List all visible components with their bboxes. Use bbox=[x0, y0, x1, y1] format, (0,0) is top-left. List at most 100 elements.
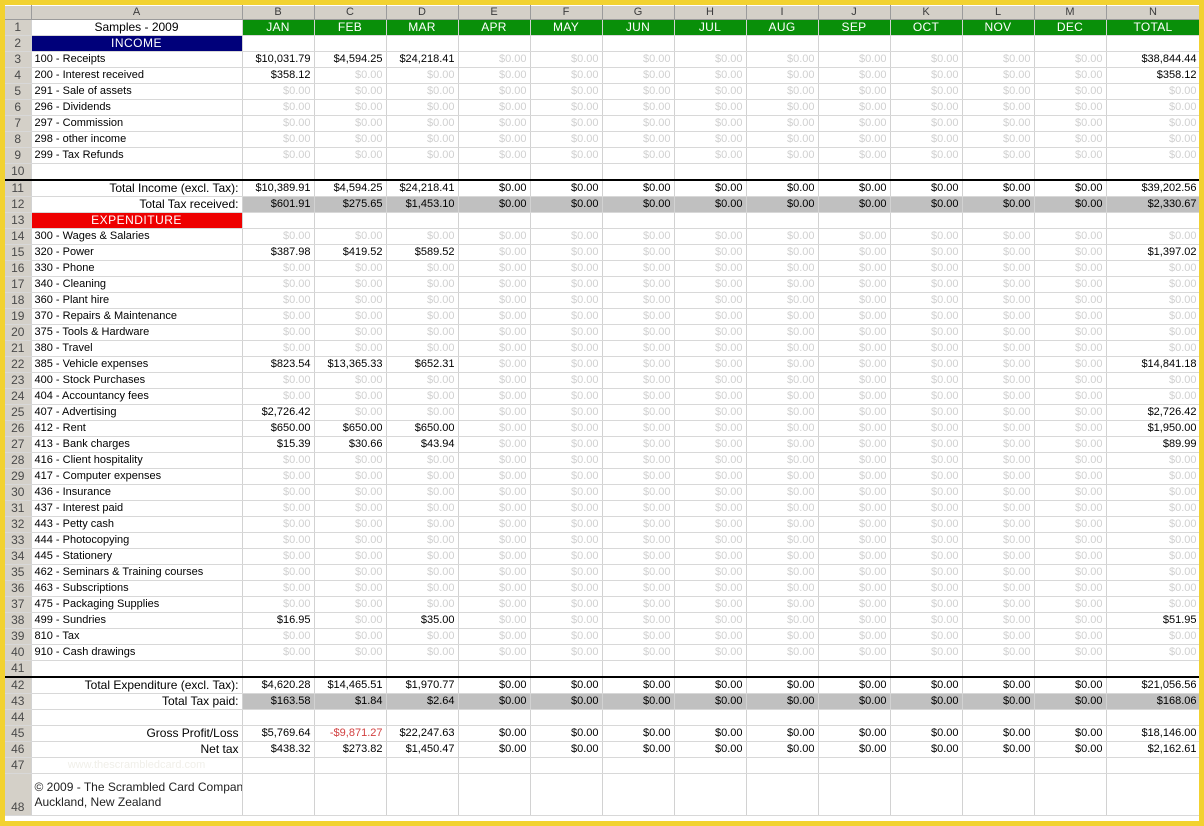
expenditure-value[interactable]: $0.00 bbox=[674, 501, 746, 517]
expenditure-value[interactable]: $0.00 bbox=[458, 341, 530, 357]
total-income-value[interactable]: $0.00 bbox=[962, 180, 1034, 197]
expenditure-value[interactable]: $0.00 bbox=[602, 341, 674, 357]
income-value[interactable]: $0.00 bbox=[1200, 148, 1204, 164]
row-header-23[interactable]: 23 bbox=[5, 373, 31, 389]
row-header-3[interactable]: 3 bbox=[5, 52, 31, 68]
total-income-value[interactable]: $24,218.41 bbox=[386, 180, 458, 197]
expenditure-value[interactable]: $0.00 bbox=[890, 405, 962, 421]
net-tax-value[interactable]: $0.00 bbox=[818, 742, 890, 758]
expenditure-value[interactable]: $0.00 bbox=[1106, 325, 1200, 341]
total-income-value[interactable]: $0.00 bbox=[602, 180, 674, 197]
expenditure-value[interactable]: $0.00 bbox=[746, 309, 818, 325]
expenditure-value[interactable]: $823.54 bbox=[242, 357, 314, 373]
empty-cell[interactable] bbox=[458, 213, 530, 229]
expenditure-value[interactable]: $0.00 bbox=[746, 325, 818, 341]
expenditure-value[interactable]: $35.00 bbox=[386, 613, 458, 629]
row-header-40[interactable]: 40 bbox=[5, 645, 31, 661]
empty-cell[interactable] bbox=[242, 758, 314, 774]
row-header-46[interactable]: 46 bbox=[5, 742, 31, 758]
expenditure-value[interactable]: $0.00 bbox=[602, 533, 674, 549]
empty-cell[interactable] bbox=[674, 710, 746, 726]
empty-cell[interactable] bbox=[386, 758, 458, 774]
income-value[interactable]: $0.00 bbox=[1034, 68, 1106, 84]
row-label[interactable]: 100 - Receipts bbox=[31, 52, 242, 68]
expenditure-value[interactable]: $0.00 bbox=[962, 549, 1034, 565]
month-header-sep[interactable]: SEP bbox=[818, 20, 890, 36]
expenditure-value[interactable]: $0.00 bbox=[1106, 373, 1200, 389]
expenditure-value[interactable]: $0.00 bbox=[890, 581, 962, 597]
row-label[interactable]: 417 - Computer expenses bbox=[31, 469, 242, 485]
empty-cell[interactable] bbox=[31, 661, 242, 678]
total-expenditure-value[interactable]: $0.00 bbox=[1034, 677, 1106, 694]
expenditure-value[interactable]: $0.00 bbox=[674, 245, 746, 261]
row-header-39[interactable]: 39 bbox=[5, 629, 31, 645]
total-tax-received-label[interactable]: Total Tax received: bbox=[31, 197, 242, 213]
expenditure-value[interactable]: $0.00 bbox=[314, 229, 386, 245]
expenditure-value[interactable]: $0.00 bbox=[962, 517, 1034, 533]
row-label[interactable]: 330 - Phone bbox=[31, 261, 242, 277]
select-all-corner[interactable] bbox=[5, 6, 31, 20]
expenditure-value[interactable]: $0.00 bbox=[602, 357, 674, 373]
expenditure-value[interactable]: $0.00 bbox=[386, 293, 458, 309]
income-value[interactable]: $0.00 bbox=[530, 132, 602, 148]
empty-cell[interactable] bbox=[818, 213, 890, 229]
expenditure-value[interactable]: $0.00 bbox=[602, 405, 674, 421]
empty-cell[interactable] bbox=[242, 710, 314, 726]
expenditure-value[interactable]: $0.00 bbox=[242, 261, 314, 277]
sheet-title[interactable]: Samples - 2009 bbox=[31, 20, 242, 36]
income-value[interactable]: $0.00 bbox=[1106, 84, 1200, 100]
income-value[interactable]: $0.00 bbox=[602, 52, 674, 68]
row-label[interactable]: 413 - Bank charges bbox=[31, 437, 242, 453]
expenditure-value[interactable]: $0.00 bbox=[458, 533, 530, 549]
total-tax-received-value[interactable]: $0.00 bbox=[890, 197, 962, 213]
expenditure-value[interactable]: $0.00 bbox=[1034, 421, 1106, 437]
total-tax-paid-value[interactable]: $0.00 bbox=[746, 694, 818, 710]
total-tax-paid-value[interactable]: $0.00 bbox=[890, 694, 962, 710]
empty-cell[interactable] bbox=[386, 774, 458, 816]
expenditure-value[interactable]: $0.00 bbox=[890, 245, 962, 261]
expenditure-value[interactable]: $0.00 bbox=[890, 421, 962, 437]
empty-cell[interactable] bbox=[242, 661, 314, 678]
expenditure-value[interactable]: $0.00 bbox=[818, 309, 890, 325]
empty-cell[interactable] bbox=[530, 774, 602, 816]
empty-cell[interactable] bbox=[314, 213, 386, 229]
empty-cell[interactable] bbox=[890, 758, 962, 774]
expenditure-value[interactable]: $0.00 bbox=[314, 293, 386, 309]
expenditure-value[interactable]: $0.00 bbox=[818, 565, 890, 581]
empty-cell[interactable] bbox=[1034, 36, 1106, 52]
expenditure-value[interactable]: $0.00 bbox=[530, 485, 602, 501]
expenditure-value[interactable]: $0.00 bbox=[386, 405, 458, 421]
empty-cell[interactable] bbox=[962, 774, 1034, 816]
total-tax-paid-value[interactable]: $0.00 bbox=[818, 694, 890, 710]
income-value[interactable]: $0.00 bbox=[314, 84, 386, 100]
expenditure-value[interactable]: $0.00 bbox=[314, 309, 386, 325]
expenditure-value[interactable]: $0.00 bbox=[746, 277, 818, 293]
row-header-2[interactable]: 2 bbox=[5, 36, 31, 52]
total-tax-paid-value[interactable]: $1.84 bbox=[314, 694, 386, 710]
expenditure-value[interactable]: $1,397.02 bbox=[1106, 245, 1200, 261]
income-value[interactable]: $0.00 bbox=[386, 84, 458, 100]
income-value[interactable]: $0.00 bbox=[818, 116, 890, 132]
expenditure-value[interactable]: $0.00 bbox=[458, 469, 530, 485]
expenditure-value[interactable]: $0.00 bbox=[1200, 501, 1204, 517]
expenditure-value[interactable]: $0.00 bbox=[530, 357, 602, 373]
gross-profit-value[interactable]: $0.00 bbox=[818, 726, 890, 742]
row-label[interactable]: 375 - Tools & Hardware bbox=[31, 325, 242, 341]
expenditure-value[interactable]: $0.00 bbox=[1106, 485, 1200, 501]
row-label[interactable]: 297 - Commission bbox=[31, 116, 242, 132]
total-income-label[interactable]: Total Income (excl. Tax): bbox=[31, 180, 242, 197]
expenditure-value[interactable]: $0.00 bbox=[1106, 389, 1200, 405]
empty-cell[interactable] bbox=[674, 774, 746, 816]
expenditure-value[interactable]: $0.00 bbox=[242, 469, 314, 485]
empty-cell[interactable] bbox=[386, 36, 458, 52]
total-tax-received-value[interactable]: $0.00 bbox=[746, 197, 818, 213]
expenditure-value[interactable]: $13,365.33 bbox=[314, 357, 386, 373]
income-value[interactable]: $0.00 bbox=[386, 148, 458, 164]
row-header-22[interactable]: 22 bbox=[5, 357, 31, 373]
income-value[interactable]: $0.00 bbox=[1106, 100, 1200, 116]
income-value[interactable]: $358.12 bbox=[1106, 68, 1200, 84]
expenditure-value[interactable]: $0.00 bbox=[242, 373, 314, 389]
row-header-20[interactable]: 20 bbox=[5, 325, 31, 341]
expenditure-value[interactable]: $0.00 bbox=[1034, 245, 1106, 261]
expenditure-value[interactable]: $0.00 bbox=[458, 405, 530, 421]
